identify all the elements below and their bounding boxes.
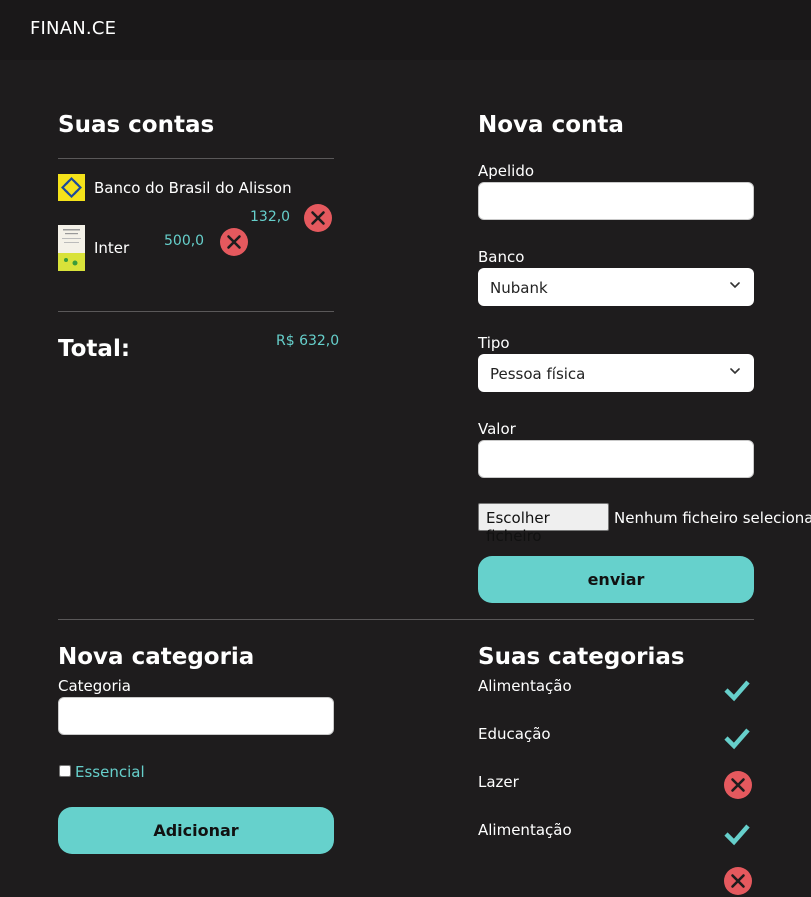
check-icon[interactable]: [723, 725, 751, 751]
accounts-title: Suas contas: [58, 112, 215, 138]
category-name: Alimentação: [478, 821, 572, 839]
account-value: 132,0: [250, 209, 291, 225]
delete-account-icon[interactable]: [220, 228, 248, 256]
chevron-down-icon: [730, 368, 740, 375]
chevron-down-icon: [730, 282, 740, 289]
categories-title: Suas categorias: [478, 644, 685, 670]
choose-file-button[interactable]: Escolher ficheiro: [478, 503, 609, 545]
check-icon[interactable]: [723, 677, 751, 703]
value-input[interactable]: [478, 440, 754, 478]
category-name: Lazer: [478, 773, 519, 791]
check-icon[interactable]: [723, 821, 751, 847]
nickname-input[interactable]: [478, 182, 754, 220]
type-select[interactable]: Pessoa física: [478, 354, 754, 392]
type-select-value: Pessoa física: [490, 365, 586, 383]
category-name: Educação: [478, 725, 551, 743]
account-name: Inter: [94, 239, 130, 257]
accounts-divider-top: [58, 158, 334, 159]
accounts-divider-bottom: [58, 311, 334, 312]
essential-checkbox[interactable]: [59, 765, 71, 777]
account-name: Banco do Brasil do Alisson: [94, 179, 292, 197]
bank-select[interactable]: Nubank: [478, 268, 754, 306]
banco-do-brasil-logo: [58, 174, 85, 201]
file-status-text: Nenhum ficheiro selecionado: [614, 509, 811, 527]
add-category-button[interactable]: Adicionar: [58, 807, 334, 854]
value-label: Valor: [478, 420, 516, 438]
type-label: Tipo: [478, 334, 510, 352]
new-account-title: Nova conta: [478, 112, 624, 138]
inter-logo-icon: [58, 225, 85, 271]
brand-logo-text[interactable]: FINAN.CE: [30, 18, 116, 39]
section-divider: [58, 619, 754, 620]
total-label: Total:: [58, 336, 131, 362]
close-icon[interactable]: [724, 867, 752, 895]
submit-account-button[interactable]: enviar: [478, 556, 754, 603]
close-icon[interactable]: [724, 771, 752, 799]
category-label: Categoria: [58, 677, 132, 695]
delete-account-icon[interactable]: [304, 204, 332, 232]
new-category-title: Nova categoria: [58, 644, 255, 670]
nickname-label: Apelido: [478, 162, 535, 180]
bank-select-value: Nubank: [490, 279, 548, 297]
category-input[interactable]: [58, 697, 334, 735]
essential-label[interactable]: Essencial: [75, 763, 145, 781]
bank-label: Banco: [478, 248, 525, 266]
account-value: 500,0: [164, 233, 205, 249]
category-name: Alimentação: [478, 677, 572, 695]
total-value: R$ 632,0: [276, 333, 340, 349]
top-bar: FINAN.CE: [0, 0, 811, 60]
